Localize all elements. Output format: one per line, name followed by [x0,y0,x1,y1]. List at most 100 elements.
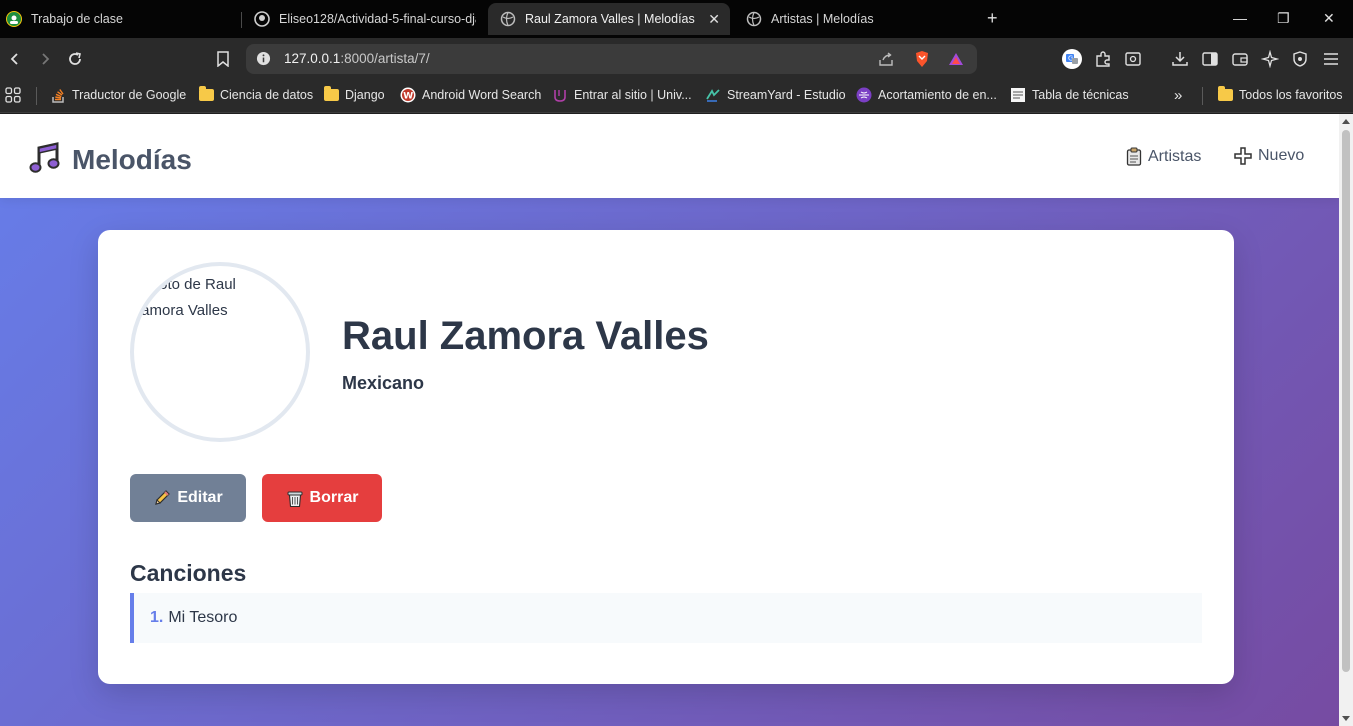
bookmark-label: StreamYard - Estudio [727,88,846,102]
song-list-item[interactable]: 1. Mi Tesoro [130,593,1202,643]
leo-ai-icon[interactable] [1260,49,1280,69]
bookmark-django[interactable]: Django [323,86,385,103]
menu-icon[interactable] [1321,49,1341,69]
tab-github[interactable]: Eliseo128/Actividad-5-final-curso-dja [254,3,476,35]
tab-title: Raul Zamora Valles | Melodías [525,12,695,26]
globe-icon [856,87,872,103]
new-tab-button[interactable]: + [987,8,998,28]
bookmark-label: Android Word Search [422,88,542,102]
more-bookmarks-icon[interactable]: » [1174,87,1182,104]
bookmark-label: Entrar al sitio | Univ... [574,88,692,102]
close-tab-icon[interactable]: ✕ [708,11,720,28]
bookmark-android-word-search[interactable]: W Android Word Search [400,87,541,103]
bookmark-separator [36,87,37,105]
back-icon[interactable] [5,49,25,69]
delete-label: Borrar [309,489,359,506]
svg-text:W: W [403,92,413,102]
artist-photo: Foto de Raul Zamora Valles [130,262,310,442]
page-viewport: Melodías Artistas Nuevo Foto de Raul Zam… [0,114,1339,726]
bookmark-ciencia-de-datos[interactable]: Ciencia de datos [198,86,314,103]
minimize-icon[interactable]: — [1233,10,1247,26]
artist-name: Raul Zamora Valles [342,314,709,358]
bookmark-traductor[interactable]: Traductor de Google [50,87,186,103]
bookmark-label: Acortamiento de en... [878,88,997,102]
sidebar-icon[interactable] [1200,49,1220,69]
vpn-icon[interactable] [1290,49,1310,69]
share-icon[interactable] [878,51,894,72]
brand-name: Melodías [72,143,192,175]
tab-title: Eliseo128/Actividad-5-final-curso-dja [279,12,476,26]
nav-nuevo[interactable]: Nuevo [1234,147,1304,165]
tab-title: Trabajo de clase [31,12,123,26]
url-text: 127.0.0.1:8000/artista/7/ [284,51,430,66]
address-bar[interactable]: 127.0.0.1:8000/artista/7/ [246,44,977,74]
bookmark-streamyard[interactable]: StreamYard - Estudio [705,87,846,103]
bookmark-tabla-de-tecnicas[interactable]: Tabla de técnicas [1010,87,1129,103]
url-host: 127.0.0.1 [284,51,341,66]
folder-icon [323,86,339,103]
browser-toolbar: 127.0.0.1:8000/artista/7/ G [0,38,1353,79]
globe-icon [746,11,762,27]
extensions-icon[interactable] [1093,49,1113,69]
site-info-icon[interactable] [256,51,271,71]
bookmark-label: Todos los favoritos [1239,88,1343,102]
plus-icon [1234,147,1252,165]
folder-icon [198,86,214,103]
restore-icon[interactable]: ❐ [1277,10,1290,27]
tab-trabajo-de-clase[interactable]: Trabajo de clase [6,3,236,35]
translate-icon[interactable]: G [1062,49,1082,69]
folder-icon [1217,86,1233,103]
brave-shield-icon[interactable] [914,50,930,73]
trash-icon [286,489,304,508]
clipboard-icon [1126,147,1142,166]
pencil-icon [153,489,171,507]
brave-rewards-icon[interactable] [948,51,964,72]
page-scrollbar[interactable] [1339,114,1353,726]
delete-button[interactable]: Borrar [262,474,382,522]
globe-icon [500,11,516,27]
tab-artistas[interactable]: Artistas | Melodías [746,3,966,35]
download-icon[interactable] [1170,49,1190,69]
bookmark-icon[interactable] [213,49,233,69]
site-navbar: Melodías Artistas Nuevo [0,114,1339,198]
artist-photo-alt-text: Foto de Raul Zamora Valles [132,276,236,319]
bookmark-acortamiento[interactable]: Acortamiento de en... [856,87,997,103]
forward-icon[interactable] [35,49,55,69]
reload-icon[interactable] [65,49,85,69]
wallet-icon[interactable] [1230,49,1250,69]
bookmark-label: Traductor de Google [72,88,187,102]
url-path: :8000/artista/7/ [340,51,430,66]
nav-artistas[interactable]: Artistas [1126,147,1201,166]
stackoverflow-icon [50,87,66,103]
tab-title: Artistas | Melodías [771,12,874,26]
nav-label: Nuevo [1258,147,1305,164]
bookmark-label: Tabla de técnicas [1032,88,1129,102]
bookmark-todos-los-favoritos[interactable]: Todos los favoritos [1217,86,1343,103]
streamyard-icon [705,87,721,103]
doc-icon [1010,87,1026,103]
scroll-down-icon[interactable] [1342,716,1350,721]
artist-card: Foto de Raul Zamora Valles Raul Zamora V… [98,230,1234,684]
github-icon [254,11,270,27]
song-number: 1. [150,609,164,626]
w-icon: W [400,87,416,103]
reader-icon[interactable] [1123,49,1143,69]
bookmarks-bar: Traductor de Google Ciencia de datos Dja… [0,79,1353,113]
bookmark-label: Django [345,88,385,102]
nav-label: Artistas [1148,147,1202,165]
tab-separator [241,12,242,28]
bookmark-label: Ciencia de datos [220,88,314,102]
bookmark-entrar-al-sitio[interactable]: Entrar al sitio | Univ... [552,87,692,103]
scrollbar-thumb[interactable] [1342,130,1350,672]
close-window-icon[interactable]: ✕ [1323,10,1335,27]
classroom-icon [6,11,22,27]
scroll-up-icon[interactable] [1342,119,1350,124]
u-icon [552,87,568,103]
edit-label: Editar [177,489,223,506]
brand-link[interactable]: Melodías [28,140,192,179]
apps-icon[interactable] [5,87,21,103]
songs-heading: Canciones [130,560,247,586]
music-note-icon [28,140,62,179]
tab-raul-zamora-valles[interactable]: Raul Zamora Valles | Melodías ✕ [488,3,730,35]
edit-button[interactable]: Editar [130,474,246,522]
